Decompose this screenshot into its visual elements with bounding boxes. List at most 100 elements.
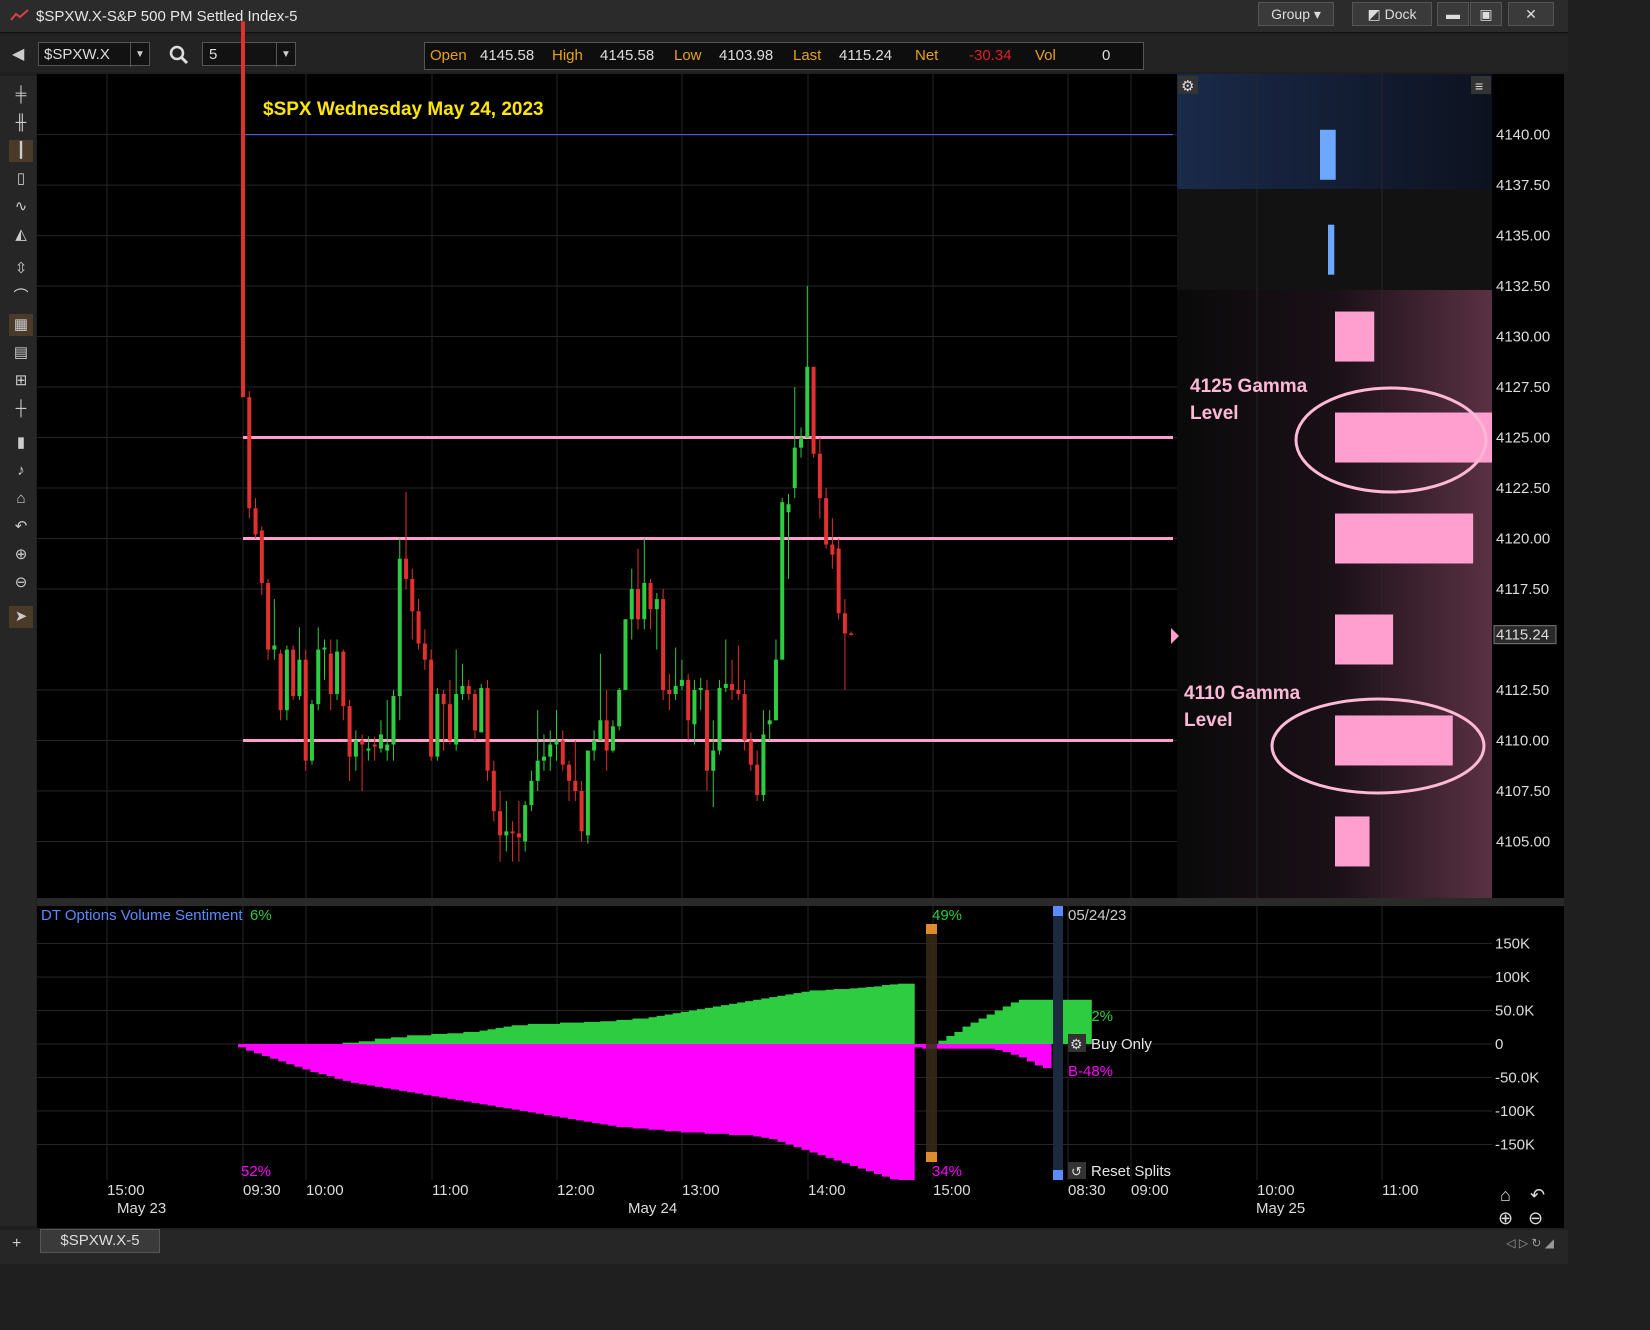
sell-volume-bar <box>624 1044 633 1128</box>
candle-body <box>792 447 797 489</box>
candle-body <box>472 694 477 731</box>
candle-body <box>391 696 396 745</box>
sell-volume-bar <box>334 1044 344 1079</box>
time-tick-label: 12:00 <box>557 1182 595 1199</box>
candle-body <box>498 811 503 836</box>
buy-volume-bar <box>455 1033 464 1044</box>
candle-body <box>341 651 346 707</box>
sell-volume-bar <box>793 1044 802 1148</box>
buy-volume-bar <box>898 983 907 1044</box>
candle-body <box>353 740 358 757</box>
sell-volume-bar <box>374 1044 384 1087</box>
buy-volume-bar <box>753 999 762 1044</box>
volume-profile-bar <box>1335 816 1370 867</box>
candle-body <box>623 619 628 690</box>
price-tick-label: 4140.00 <box>1496 127 1550 144</box>
candle-body <box>704 689 709 771</box>
indicator-tick-label: -50.0K <box>1495 1070 1539 1087</box>
chart-area[interactable]: 4140.00 4137.50 4135.00 4132.50 4130.00 4127.… <box>0 0 1568 1230</box>
candle-body <box>366 748 371 751</box>
time-tick-label: 08:30 <box>1068 1182 1106 1199</box>
split-marker-orange[interactable] <box>926 924 937 1160</box>
pane-splitter[interactable] <box>37 898 1564 906</box>
svg-text:⚙: ⚙ <box>1070 1036 1083 1052</box>
zoom-in-icon[interactable]: ⊕ <box>1498 1208 1513 1228</box>
date-tick-label: May 24 <box>628 1200 677 1217</box>
undo-icon[interactable]: ↶ <box>1530 1185 1545 1205</box>
candle-body <box>322 647 327 650</box>
sell-volume-bar <box>753 1044 762 1137</box>
settings-gear-icon[interactable]: ⚙ <box>1178 76 1198 95</box>
candle-body <box>661 599 666 690</box>
candle-body <box>316 649 321 705</box>
buy-volume-bar <box>495 1027 505 1044</box>
blue-handle-bottom[interactable] <box>1053 1170 1063 1180</box>
price-tick-label: 4110.00 <box>1496 732 1549 749</box>
candle-body <box>617 689 622 727</box>
candle-body <box>842 613 847 634</box>
buy-volume-bar <box>857 987 867 1044</box>
buy-volume-bar <box>616 1019 625 1044</box>
blue-handle-top[interactable] <box>1053 906 1063 916</box>
sell-volume-bar <box>825 1044 835 1158</box>
indicator-tick-label: 150K <box>1495 936 1530 953</box>
split-handle-bottom[interactable] <box>926 1152 937 1162</box>
candle-body <box>378 734 383 749</box>
buy-volume-bar <box>841 989 851 1044</box>
reset-splits-control[interactable]: ↺ Reset Splits <box>1068 1162 1171 1180</box>
zoom-out-icon[interactable]: ⊖ <box>1528 1208 1543 1228</box>
split-marker-blue[interactable] <box>1053 908 1063 1178</box>
candle-body <box>441 694 446 705</box>
candle-body <box>598 720 603 741</box>
add-tab-icon[interactable]: + <box>12 1235 21 1253</box>
volume-profile-bar <box>1335 513 1474 564</box>
sell-volume-bar <box>262 1044 271 1057</box>
svg-text:⚙: ⚙ <box>1181 78 1194 95</box>
sell-volume-bar <box>254 1044 263 1054</box>
buy-volume-bar <box>543 1023 553 1044</box>
time-tick-label: 09:30 <box>243 1182 281 1199</box>
home-icon[interactable]: ⌂ <box>1500 1185 1511 1205</box>
volume-profile-bar <box>1328 224 1335 275</box>
price-tick-label: 4105.00 <box>1496 833 1550 850</box>
candle-body <box>767 720 772 725</box>
candle-body <box>491 770 496 812</box>
buy-volume-bar <box>1043 999 1052 1044</box>
sell-volume-bar <box>479 1044 489 1105</box>
buy-volume-bar <box>986 1014 996 1044</box>
buy-volume-bar <box>873 986 883 1044</box>
menu-icon[interactable]: ≡ <box>1471 76 1491 94</box>
price-pane[interactable] <box>37 74 1177 898</box>
price-tick-label: 4112.50 <box>1496 682 1549 699</box>
price-tick-label: 4107.50 <box>1496 783 1550 800</box>
price-tick-label: 4135.00 <box>1496 228 1550 245</box>
buy-volume-bar <box>535 1023 545 1044</box>
buy-volume-bar <box>809 990 819 1044</box>
candle-body <box>755 764 760 795</box>
sell-volume-bar <box>447 1044 456 1099</box>
sell-volume-bar <box>535 1044 545 1114</box>
sell-volume-bar <box>390 1044 400 1090</box>
buy-volume-bar <box>471 1031 480 1044</box>
candle-body <box>686 679 691 721</box>
buy-volume-bar <box>865 987 875 1044</box>
buy-volume-bar <box>1010 1002 1020 1044</box>
sell-volume-bar <box>680 1044 690 1133</box>
sell-volume-bar <box>576 1044 585 1121</box>
chart-tab[interactable]: $SPXW.X-5 <box>40 1229 160 1253</box>
nav-controls[interactable]: ◁ ▷ ↻ ◢ <box>1506 1236 1554 1250</box>
candle-body <box>780 502 785 660</box>
candle-body <box>667 689 672 695</box>
price-tick-label: 4127.50 <box>1496 379 1550 396</box>
split-handle-top[interactable] <box>926 924 937 934</box>
sell-volume-bar <box>849 1044 859 1166</box>
sell-volume-bar <box>431 1044 440 1097</box>
price-tick-label: 4137.50 <box>1496 177 1550 194</box>
buy-only-control[interactable]: ⚙ Buy Only <box>1068 1034 1152 1053</box>
buy-volume-bar <box>704 1007 714 1044</box>
sell-volume-bar <box>584 1044 593 1122</box>
candle-body <box>447 704 452 741</box>
sell-volume-bar <box>294 1044 303 1067</box>
price-tick-label: 4125.00 <box>1496 430 1550 447</box>
sell-volume-bar <box>616 1044 625 1128</box>
